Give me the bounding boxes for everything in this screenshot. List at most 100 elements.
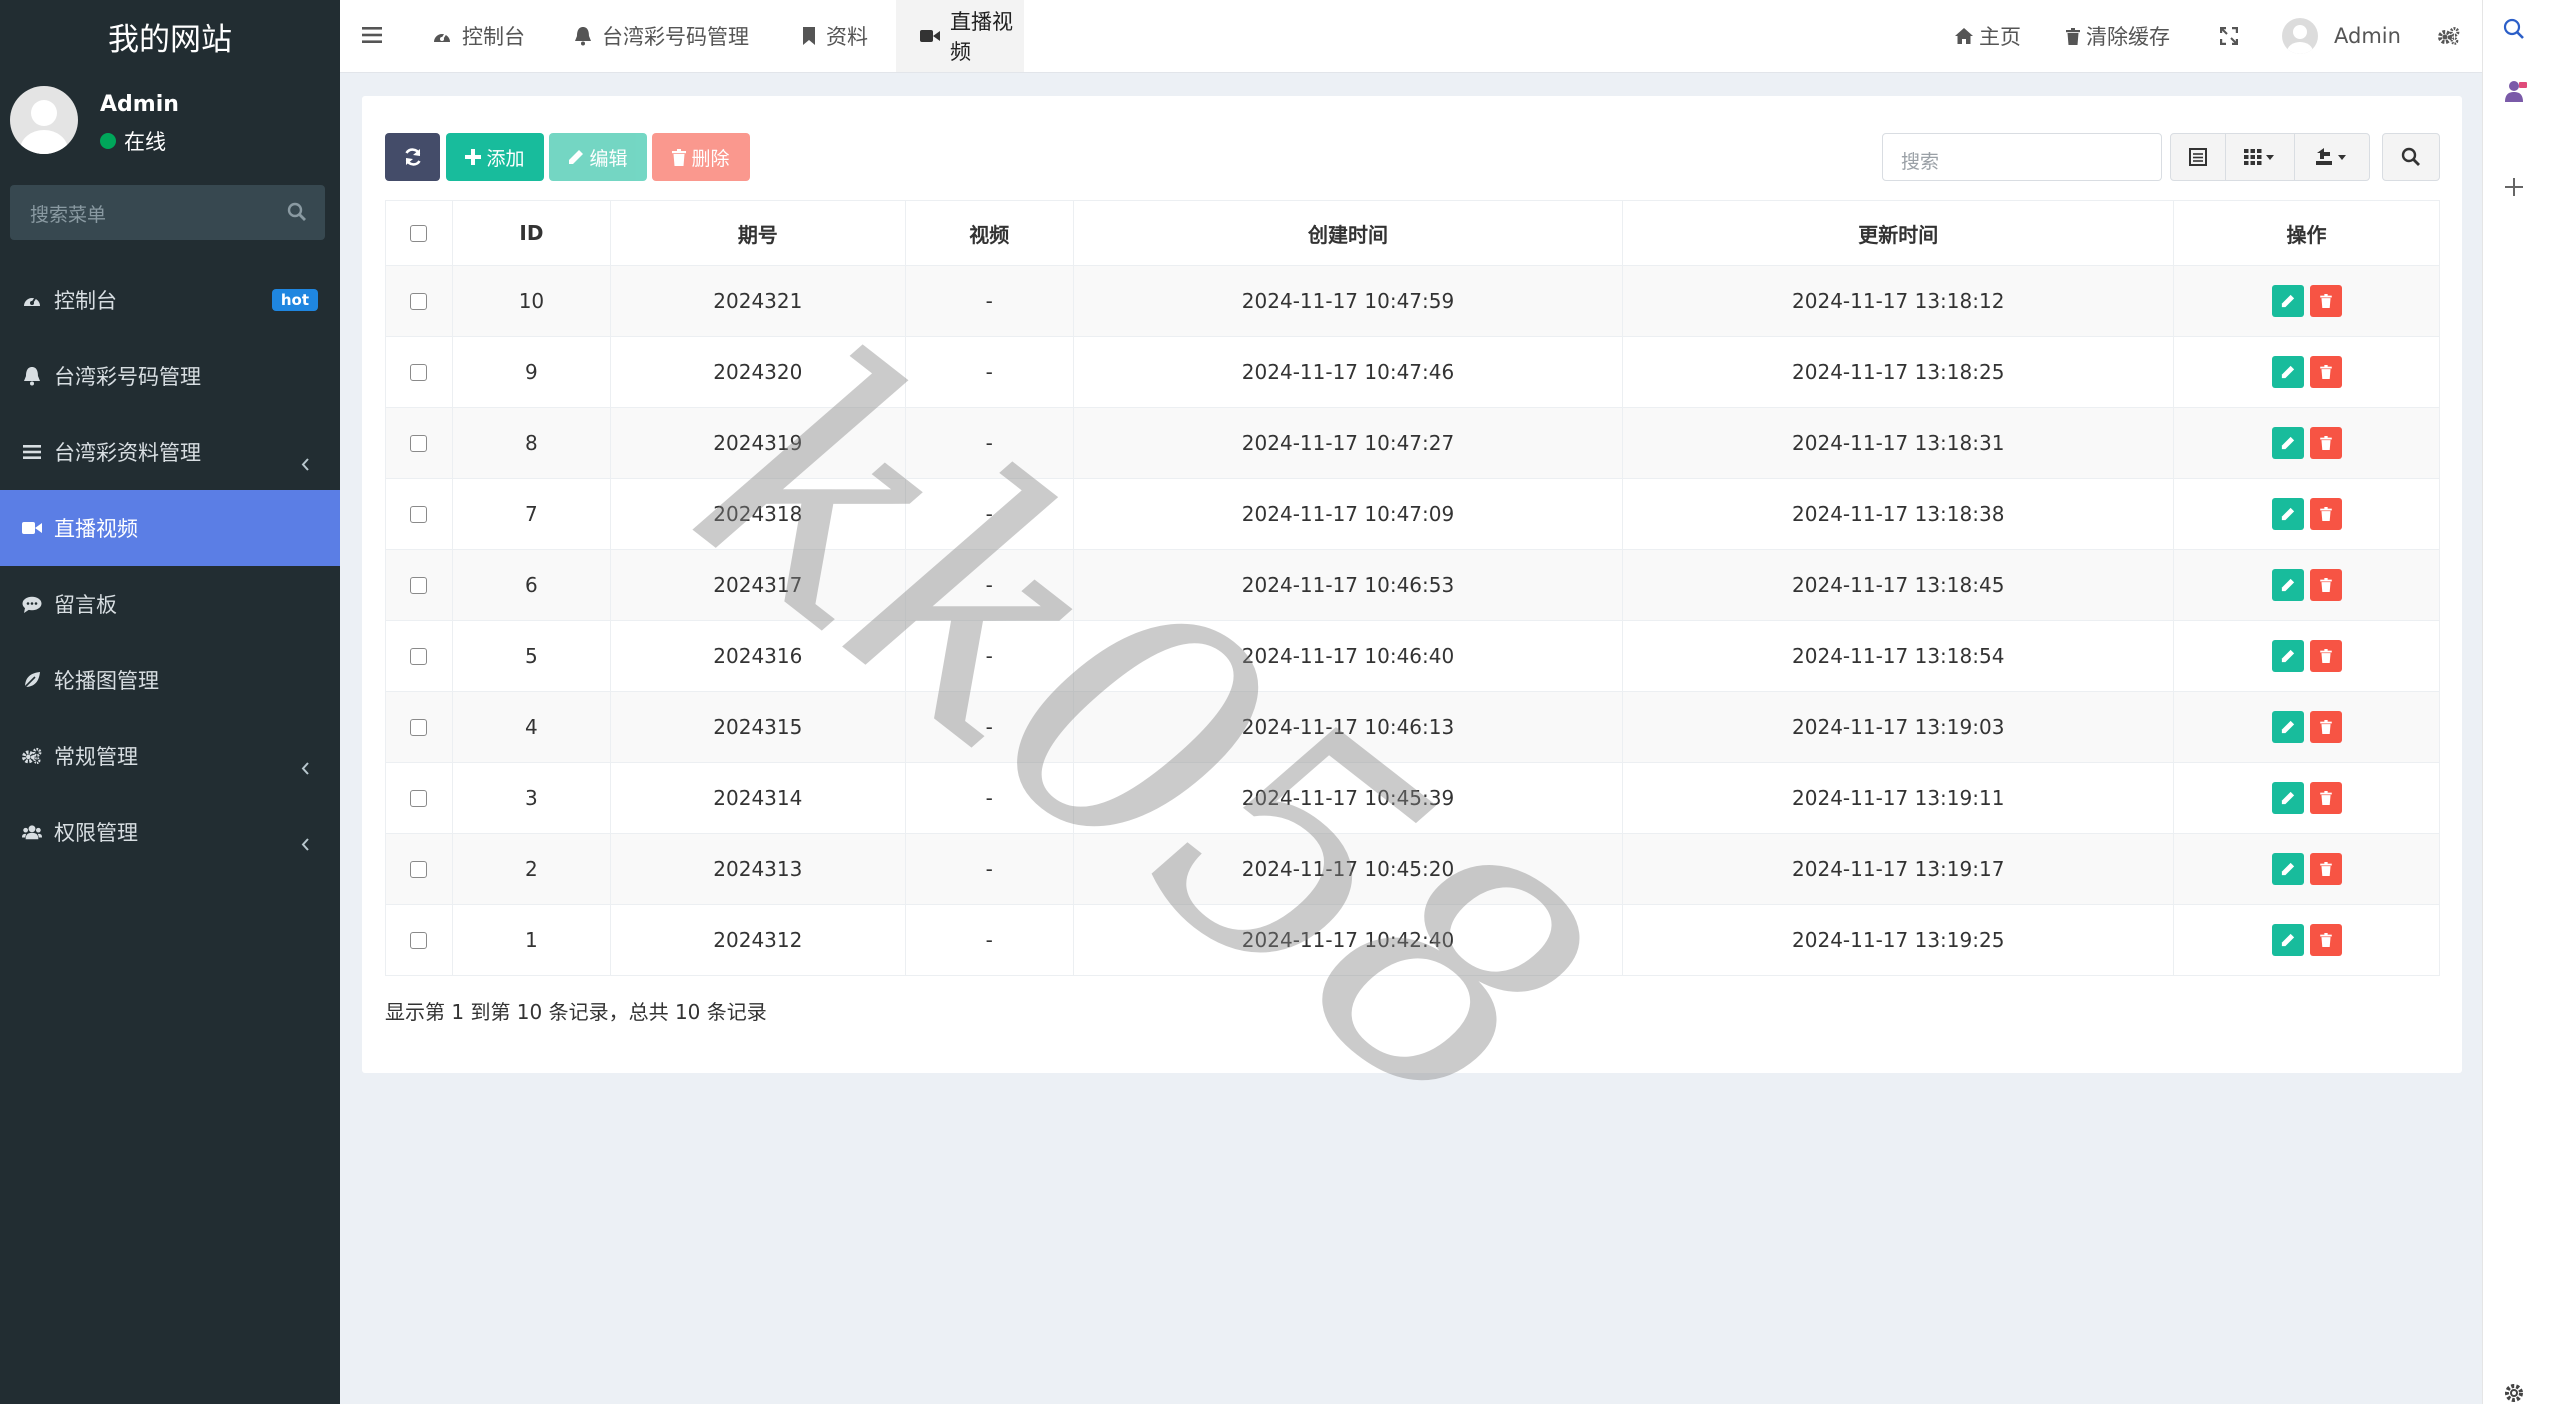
edit-button[interactable]: 编辑 — [549, 133, 647, 181]
user-menu[interactable]: Admin — [2282, 0, 2401, 72]
row-delete-button[interactable] — [2309, 711, 2342, 743]
table-row[interactable]: 10 2024321-2024-11-17 10:47:59 2024-11-17 … — [385, 265, 2440, 337]
row-delete-button[interactable] — [2309, 853, 2342, 885]
row-checkbox[interactable] — [410, 860, 428, 878]
row-edit-button[interactable] — [2271, 711, 2304, 743]
refresh-button[interactable] — [385, 133, 440, 181]
row-select-cell[interactable] — [385, 478, 453, 550]
sidebar-item-permission-management[interactable]: 权限管理 — [0, 794, 340, 870]
created-time-cell: 2024-11-17 10:47:09 — [1072, 478, 1624, 550]
search-icon[interactable] — [287, 202, 307, 222]
sidebar-search-placeholder: 搜索菜单 — [30, 204, 107, 226]
tab-live-video[interactable]: 直播视频 — [896, 0, 1024, 72]
table-row[interactable]: 9 2024320-2024-11-17 10:47:46 2024-11-17 1… — [385, 336, 2440, 408]
gear-icon[interactable] — [2503, 1382, 2525, 1404]
table-row[interactable]: 7 2024318-2024-11-17 10:47:09 2024-11-17 1… — [385, 478, 2440, 550]
row-checkbox[interactable] — [410, 363, 428, 381]
row-checkbox[interactable] — [410, 789, 428, 807]
row-delete-button[interactable] — [2309, 569, 2342, 601]
table-row[interactable]: 4 2024315-2024-11-17 10:46:13 2024-11-17 1… — [385, 691, 2440, 763]
toggle-view-button[interactable] — [2170, 133, 2226, 181]
cogs-icon — [22, 746, 42, 766]
row-select-cell[interactable] — [385, 904, 453, 976]
table-search-input[interactable]: 搜索 — [1882, 133, 2162, 181]
row-checkbox[interactable] — [410, 931, 428, 949]
row-checkbox[interactable] — [410, 576, 428, 594]
delete-button[interactable]: 删除 — [652, 133, 750, 181]
video-cell: - — [904, 407, 1074, 479]
created-time-cell: 2024-11-17 10:47:27 — [1072, 407, 1624, 479]
row-edit-button[interactable] — [2271, 853, 2304, 885]
row-select-cell[interactable] — [385, 691, 453, 763]
row-select-cell[interactable] — [385, 549, 453, 621]
row-select-cell[interactable] — [385, 620, 453, 692]
clear-cache-button[interactable]: 清除缓存 — [2066, 0, 2170, 72]
table-row[interactable]: 1 2024312-2024-11-17 10:42:40 2024-11-17 1… — [385, 904, 2440, 976]
row-delete-button[interactable] — [2309, 924, 2342, 956]
table-row[interactable]: 8 2024319-2024-11-17 10:47:27 2024-11-17 1… — [385, 407, 2440, 479]
sidebar-item-general-management[interactable]: 常规管理 — [0, 718, 340, 794]
select-all-cell[interactable] — [385, 200, 453, 266]
column-header[interactable]: 期号 — [609, 200, 906, 266]
row-delete-button[interactable] — [2309, 782, 2342, 814]
add-button[interactable]: 添加 — [446, 133, 544, 181]
pagination-summary: 显示第 1 到第 10 条记录，总共 10 条记录 — [385, 1000, 767, 1024]
row-select-cell[interactable] — [385, 833, 453, 905]
advanced-search-button[interactable] — [2382, 133, 2440, 181]
search-icon[interactable] — [2503, 18, 2525, 40]
sidebar-item-carousel-management[interactable]: 轮播图管理 — [0, 642, 340, 718]
row-checkbox[interactable] — [410, 647, 428, 665]
row-edit-button[interactable] — [2271, 924, 2304, 956]
column-header[interactable]: 更新时间 — [1622, 200, 2175, 266]
row-select-cell[interactable] — [385, 265, 453, 337]
columns-button[interactable] — [2225, 133, 2295, 181]
site-title[interactable]: 我的网站 — [0, 0, 340, 72]
row-delete-button[interactable] — [2309, 356, 2342, 388]
sidebar-item-number-management[interactable]: 台湾彩号码管理 — [0, 338, 340, 414]
row-checkbox[interactable] — [410, 434, 428, 452]
row-edit-button[interactable] — [2271, 285, 2304, 317]
sidebar-item-live-video[interactable]: 直播视频 — [0, 490, 340, 566]
video-cell: - — [904, 904, 1074, 976]
row-delete-button[interactable] — [2309, 285, 2342, 317]
row-edit-button[interactable] — [2271, 640, 2304, 672]
export-button[interactable] — [2294, 133, 2370, 181]
row-edit-button[interactable] — [2271, 356, 2304, 388]
row-delete-button[interactable] — [2309, 640, 2342, 672]
issue-cell: 2024316 — [609, 620, 906, 692]
table-row[interactable]: 3 2024314-2024-11-17 10:45:39 2024-11-17 1… — [385, 762, 2440, 834]
sidebar-item-message-board[interactable]: 留言板 — [0, 566, 340, 642]
sidebar-item-data-management[interactable]: 台湾彩资料管理 — [0, 414, 340, 490]
plus-icon[interactable] — [2503, 176, 2525, 198]
sidebar-search-input[interactable]: 搜索菜单 — [10, 185, 325, 240]
row-checkbox[interactable] — [410, 718, 428, 736]
row-edit-button[interactable] — [2271, 569, 2304, 601]
row-select-cell[interactable] — [385, 336, 453, 408]
row-delete-button[interactable] — [2309, 498, 2342, 530]
tab-dashboard[interactable]: 控制台 — [432, 0, 525, 72]
fullscreen-button[interactable] — [2220, 0, 2238, 72]
table-row[interactable]: 6 2024317-2024-11-17 10:46:53 2024-11-17 1… — [385, 549, 2440, 621]
row-edit-button[interactable] — [2271, 427, 2304, 459]
table-row[interactable]: 5 2024316-2024-11-17 10:46:40 2024-11-17 1… — [385, 620, 2440, 692]
row-select-cell[interactable] — [385, 762, 453, 834]
column-header[interactable]: ID — [451, 200, 611, 266]
tab-number-management[interactable]: 台湾彩号码管理 — [574, 0, 749, 72]
row-delete-button[interactable] — [2309, 427, 2342, 459]
table-row[interactable]: 2 2024313-2024-11-17 10:45:20 2024-11-17 1… — [385, 833, 2440, 905]
column-header[interactable]: 创建时间 — [1072, 200, 1624, 266]
sidebar-item-dashboard[interactable]: 控制台 hot — [0, 262, 340, 338]
row-edit-button[interactable] — [2271, 782, 2304, 814]
column-header[interactable]: 视频 — [904, 200, 1074, 266]
tab-data[interactable]: 资料 — [802, 0, 868, 72]
row-edit-button[interactable] — [2271, 498, 2304, 530]
home-link[interactable]: 主页 — [1955, 0, 2021, 72]
menu-toggle-icon[interactable] — [362, 26, 382, 44]
settings-button[interactable] — [2438, 0, 2460, 72]
avatar[interactable] — [10, 86, 78, 154]
select-all-checkbox[interactable] — [410, 224, 428, 242]
row-checkbox[interactable] — [410, 292, 428, 310]
user-extension-icon[interactable] — [2503, 80, 2527, 102]
row-select-cell[interactable] — [385, 407, 453, 479]
row-checkbox[interactable] — [410, 505, 428, 523]
